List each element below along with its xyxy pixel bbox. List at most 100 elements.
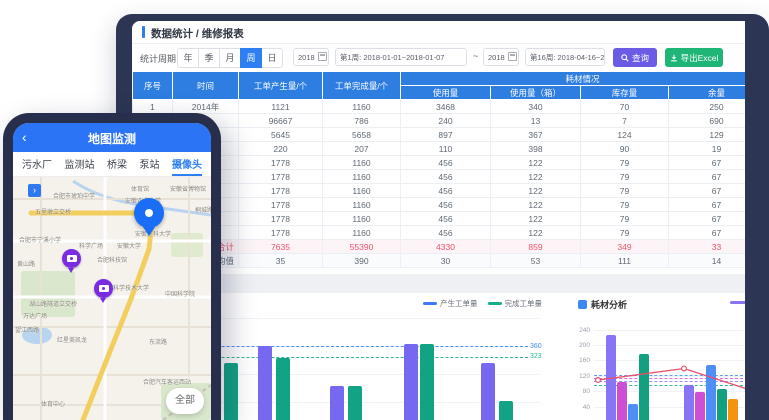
group-column-header: 耗材情况	[401, 72, 746, 86]
table-row: 177811604561227967	[133, 156, 746, 170]
chart-title: 耗材分析	[578, 298, 627, 311]
map-label: 体育馆	[131, 184, 149, 193]
column-header: 工单完成量/个	[323, 72, 401, 100]
bar-产生工单量	[481, 363, 495, 420]
consumable-bar	[684, 385, 694, 420]
query-button[interactable]: 查询	[613, 48, 657, 67]
cropped-legend-swatch	[730, 301, 745, 304]
sub-column-header: 余量	[669, 86, 746, 100]
bar-完成工单量	[224, 363, 238, 420]
bar-完成工单量	[276, 358, 290, 420]
gridline	[594, 360, 745, 361]
table-header: 序号时间工单产生量/个工单完成量/个耗材情况使用量使用量（箱）库存量余量	[133, 72, 746, 100]
table-row: 177811604561227967	[133, 170, 746, 184]
y-axis-tick: 240	[570, 327, 590, 334]
map-label: 安徽大学	[117, 241, 141, 250]
sub-column-header: 使用量（箱）	[491, 86, 581, 100]
bar-产生工单量	[330, 386, 344, 420]
y-axis-tick: 120	[570, 373, 590, 380]
map-label: 红星美凯龙	[57, 335, 87, 344]
sub-column-header: 库存量	[581, 86, 669, 100]
table-row: 96667786240137690	[133, 114, 746, 128]
legend-swatch	[488, 302, 502, 305]
phone-tab-桥梁[interactable]: 桥梁	[107, 152, 127, 176]
map-label: 桐城路	[195, 205, 211, 214]
total-row: 合计763555390433085934933	[133, 240, 746, 254]
calendar-icon	[318, 52, 327, 61]
table-row: 12014年11211160346834070250	[133, 100, 746, 114]
year-end-select[interactable]: 2018	[483, 48, 519, 66]
camera-marker[interactable]	[62, 249, 81, 268]
camera-icon	[99, 285, 109, 292]
map-label: 东流路	[149, 337, 167, 346]
map-label: 安徽省博物馆	[170, 184, 206, 193]
consumable-bar	[617, 382, 627, 420]
week-end-input[interactable]: 第16周: 2018-04-16~2018-04-22	[525, 48, 605, 66]
search-icon	[621, 54, 629, 62]
map-label: 体育中心	[41, 399, 65, 408]
table-row: 177811604561227967	[133, 198, 746, 212]
bar-完成工单量	[499, 401, 513, 420]
consumables-chart-card: 耗材分析 2402001601208040	[570, 293, 745, 420]
legend-item[interactable]: 产生工单量	[423, 298, 478, 309]
selected-location-pin[interactable]	[134, 198, 164, 228]
table-row: 177811604561227967	[133, 226, 746, 240]
consumable-bar	[695, 392, 705, 420]
week-start-input[interactable]: 第1周: 2018-01-01~2018-01-07	[335, 48, 467, 66]
y-axis-tick: 200	[570, 342, 590, 349]
breadcrumb: 数据统计 / 维修报表	[151, 26, 244, 41]
map-label: 合肥科技馆	[97, 255, 127, 264]
consumable-bar	[717, 389, 727, 420]
period-segment: 年季月周日	[177, 48, 283, 68]
breadcrumb-accent-tick	[142, 26, 145, 38]
period-button-周[interactable]: 周	[240, 48, 262, 68]
phone-tab-监测站[interactable]: 监测站	[65, 152, 95, 176]
phone-tab-摄像头[interactable]: 摄像头	[172, 152, 202, 176]
consumable-bar	[706, 365, 716, 420]
reference-line-label: 360	[530, 343, 542, 350]
legend-item[interactable]: 完成工单量	[488, 298, 543, 309]
report-table: 序号时间工单产生量/个工单完成量/个耗材情况使用量使用量（箱）库存量余量1201…	[132, 71, 745, 268]
column-header: 时间	[173, 72, 239, 100]
table-row: 177811604561227967	[133, 184, 746, 198]
map-label: 黄山路	[17, 259, 35, 268]
period-button-季[interactable]: 季	[198, 48, 220, 68]
chart-legend: 产生工单量完成工单量	[423, 298, 542, 309]
year-start-select[interactable]: 2018	[293, 48, 329, 66]
breadcrumb-bar: 数据统计 / 维修报表	[132, 21, 745, 44]
calendar-icon	[508, 52, 517, 61]
phone-screen: ‹ 地图监测 污水厂监测站桥梁泵站摄像头	[13, 123, 211, 420]
dashboard-content: 数据统计 / 维修报表 统计周期： 年季月周日 2018 第1周: 2018-0…	[132, 21, 745, 420]
reference-line	[594, 375, 745, 376]
all-filter-button[interactable]: 全部	[166, 388, 204, 414]
map-label: 望江西路	[15, 325, 39, 334]
map-label: 科学广场	[79, 241, 103, 250]
range-tilde: ~	[473, 51, 478, 61]
map-label: 五里墩立交桥	[35, 207, 71, 216]
chart-title-icon	[578, 300, 587, 309]
bar-完成工单量	[348, 386, 362, 420]
period-button-月[interactable]: 月	[219, 48, 241, 68]
table-row: 2202071103989019	[133, 142, 746, 156]
download-icon	[670, 54, 678, 62]
phone-app-header: ‹ 地图监测	[13, 123, 211, 152]
map-label: 合肥市宁溪小学	[19, 235, 61, 244]
gridline	[594, 376, 745, 377]
period-button-年[interactable]: 年	[177, 48, 199, 68]
table-row: 177811604561227967	[133, 212, 746, 226]
map-label: 万达广场	[23, 311, 47, 320]
phone-tab-泵站[interactable]: 泵站	[140, 152, 160, 176]
column-header: 序号	[133, 72, 173, 100]
export-excel-button[interactable]: 导出Excel	[665, 48, 723, 67]
consumable-bar	[639, 354, 649, 420]
period-button-日[interactable]: 日	[261, 48, 283, 68]
y-axis-tick: 160	[570, 357, 590, 364]
legend-swatch	[423, 302, 437, 305]
camera-marker[interactable]	[94, 279, 113, 298]
map-label: 湖山路隧道立交桥	[29, 299, 77, 308]
consumable-bar	[606, 335, 616, 420]
phone-tab-污水厂[interactable]: 污水厂	[22, 152, 52, 176]
map-view[interactable]: 合肥市琥珀中学体育馆安徽农业大学安徽省博物馆桐城路五里墩立交桥安徽医科大学合肥市…	[13, 177, 211, 420]
phone-mockup: ‹ 地图监测 污水厂监测站桥梁泵站摄像头	[3, 113, 221, 420]
panel-expander-button[interactable]: ›	[28, 184, 41, 197]
